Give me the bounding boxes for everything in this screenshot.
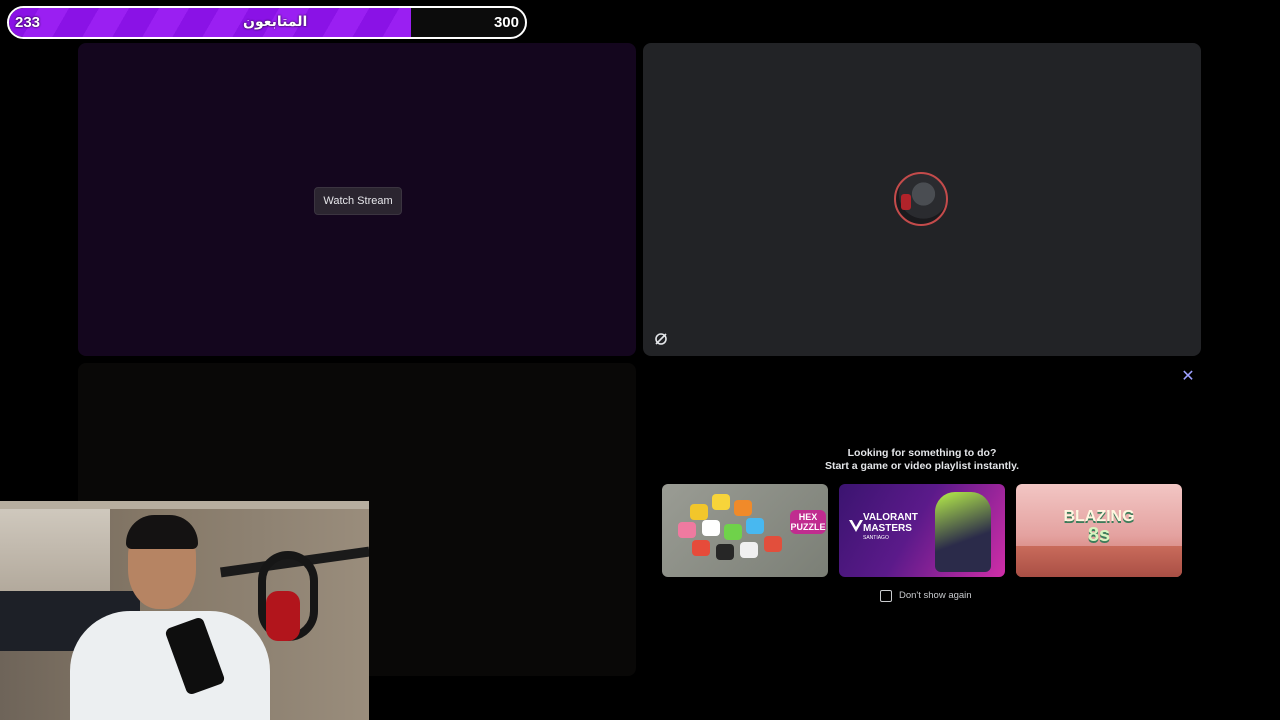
hex-tile-decoration	[746, 518, 764, 534]
stream-tile[interactable]: Watch Stream	[78, 43, 636, 356]
goal-current-count: 233	[15, 14, 41, 31]
desert-ground-decoration	[1016, 546, 1182, 577]
goal-target-count: 300	[493, 14, 519, 31]
hex-puzzle-title-line-1: HEX	[798, 512, 818, 522]
valorant-title-line-1: VALORANT	[863, 512, 918, 523]
webcam-overlay	[0, 501, 369, 720]
goal-label: المتابعون	[243, 14, 308, 30]
activity-card-blazing-8s[interactable]: BLAZING 8s	[1016, 484, 1182, 577]
dont-show-again-label: Don't show again	[899, 590, 972, 601]
hex-tile-decoration	[734, 500, 752, 516]
webcam-frame-edge	[0, 501, 369, 509]
close-icon[interactable]: ✕	[1180, 369, 1196, 385]
watch-stream-button[interactable]: Watch Stream	[314, 187, 402, 215]
deafened-icon	[655, 333, 667, 345]
activity-card-hex-puzzle[interactable]: HEX PUZZLE	[662, 484, 828, 577]
agent-figure-decoration	[935, 492, 991, 572]
headline-line-2: Start a game or video playlist instantly…	[824, 460, 1020, 472]
hex-tile-decoration	[764, 536, 782, 552]
hex-tile-decoration	[740, 542, 758, 558]
hex-tile-decoration	[702, 520, 720, 536]
headline-line-1: Looking for something to do?	[847, 447, 997, 459]
valorant-logo-icon	[849, 520, 863, 532]
hex-tile-decoration	[712, 494, 730, 510]
hex-puzzle-title-line-2: PUZZLE	[790, 522, 826, 532]
valorant-title-line-2: MASTERS	[863, 523, 912, 534]
person-hair	[126, 515, 198, 549]
activity-card-valorant-masters[interactable]: VALORANT MASTERS SANTIAGO	[839, 484, 1005, 577]
activity-suggestions-panel: ✕ Looking for something to do? Start a g…	[643, 363, 1201, 613]
goal-progress-fill	[9, 8, 412, 37]
hex-tile-decoration	[716, 544, 734, 560]
avatar[interactable]	[894, 172, 948, 226]
follower-goal-bar: 233 المتابعون 300	[7, 6, 527, 39]
user-tile[interactable]	[643, 43, 1201, 356]
hex-tile-decoration	[690, 504, 708, 520]
hex-tile-decoration	[724, 524, 742, 540]
hex-tile-decoration	[678, 522, 696, 538]
activity-headline: Looking for something to do? Start a gam…	[643, 447, 1201, 473]
valorant-subtitle: SANTIAGO	[863, 535, 889, 541]
dont-show-again-checkbox[interactable]	[880, 590, 892, 602]
hex-tile-decoration	[692, 540, 710, 556]
blazing-title-line-2: 8s	[1087, 524, 1111, 546]
headset-earcup	[266, 591, 300, 641]
